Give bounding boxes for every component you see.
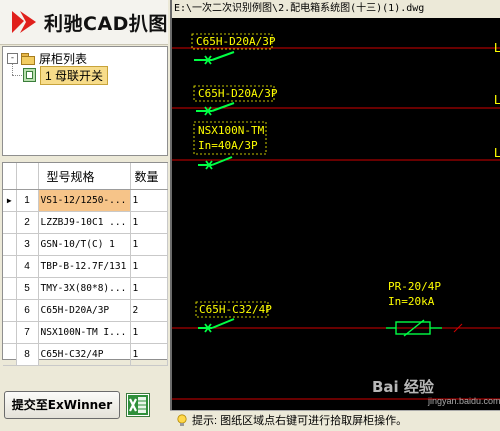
cell-spec[interactable]: VS1-12/1250-... [38, 189, 131, 212]
cell-qty[interactable]: 1 [130, 233, 168, 256]
cell-spec[interactable]: TBP-B-12.7F/131 [38, 255, 131, 278]
edge-mark: L [494, 145, 500, 160]
cad-drawing[interactable]: C65H-D20A/3P C65H-D20A/3P NSX100N-TM In=… [172, 0, 500, 430]
breaker-4-symbol [198, 318, 235, 333]
cell-spec[interactable]: NSX100N-TM I... [38, 321, 131, 344]
surge-protector-symbol [386, 319, 442, 337]
left-panel: 利驰CAD扒图 - 屏柜列表 1 母联开关 型号规格 数量 ▶ 1 VS1-12… [0, 0, 168, 430]
watermark-url: jingyan.baidu.com [428, 396, 500, 406]
row-indicator [3, 211, 17, 234]
status-text: 提示: 图纸区域点右键可进行拾取屏柜操作。 [192, 415, 408, 427]
row-indicator: ▶ [3, 189, 17, 212]
submit-exwinner-button[interactable]: 提交至ExWinner [4, 391, 120, 419]
row-number: 5 [16, 277, 39, 300]
row-indicator [3, 277, 17, 300]
table-row[interactable]: 5 TMY-3X(80*8)... 1 [3, 277, 168, 300]
table-row[interactable]: 7 NSX100N-TM I... 1 [3, 321, 168, 344]
cabinet-tree[interactable]: - 屏柜列表 1 母联开关 [2, 46, 168, 156]
cell-qty[interactable]: 1 [130, 343, 168, 366]
breaker-2-symbol [196, 102, 235, 116]
edge-mark: L [494, 40, 500, 55]
grid-corner [3, 163, 17, 190]
excel-icon [128, 395, 148, 415]
table-row[interactable]: 8 C65H-C32/4P 1 [3, 343, 168, 366]
cell-spec[interactable]: C65H-C32/4P [38, 343, 131, 366]
tree-node-root[interactable]: - 屏柜列表 [7, 50, 87, 66]
table-row[interactable]: 6 C65H-D20A/3P 2 [3, 299, 168, 322]
pr-label-line2: In=20kA [388, 295, 435, 308]
row-number: 6 [16, 299, 39, 322]
row-indicator [3, 299, 17, 322]
table-row[interactable]: ▶ 1 VS1-12/1250-... 1 [3, 189, 168, 212]
breaker-3-label-line2: In=40A/3P [198, 139, 258, 152]
column-header-spec[interactable]: 型号规格 [38, 163, 131, 190]
cell-spec[interactable]: TMY-3X(80*8)... [38, 277, 131, 300]
column-header-qty[interactable]: 数量 [130, 163, 168, 190]
tree-root-label: 屏柜列表 [39, 51, 88, 66]
cell-qty[interactable]: 1 [130, 255, 168, 278]
excel-export-button[interactable] [126, 393, 150, 417]
cell-qty[interactable]: 1 [130, 211, 168, 234]
breaker-3-label-line1: NSX100N-TM [198, 124, 265, 137]
collapse-icon[interactable]: - [7, 52, 18, 64]
tree-child-label: 1 母联开关 [40, 65, 109, 85]
table-row[interactable]: 4 TBP-B-12.7F/131 1 [3, 255, 168, 278]
breaker-1-symbol [194, 51, 235, 65]
cell-qty[interactable]: 1 [130, 321, 168, 344]
folder-icon [21, 52, 35, 65]
row-number: 7 [16, 321, 39, 344]
table-row[interactable]: 2 LZZBJ9-10C1 ... 1 [3, 211, 168, 234]
lightbulb-icon [177, 414, 187, 426]
grid-corner [16, 163, 39, 190]
app-logo-icon [12, 11, 36, 33]
watermark-logo: Bai 经验 [372, 378, 434, 396]
app-header: 利驰CAD扒图 [0, 0, 168, 45]
row-number: 4 [16, 255, 39, 278]
tree-node-cabinet-1[interactable]: 1 母联开关 [23, 65, 109, 85]
status-bar: 提示: 图纸区域点右键可进行拾取屏柜操作。 [170, 410, 500, 430]
breaker-3-symbol [198, 156, 233, 170]
breaker-2-label: C65H-D20A/3P [198, 87, 278, 100]
component-grid[interactable]: 型号规格 数量 ▶ 1 VS1-12/1250-... 1 2 LZZBJ9-10C1 .… [2, 162, 168, 366]
row-number: 8 [16, 343, 39, 366]
row-number: 3 [16, 233, 39, 256]
cad-viewport[interactable]: C65H-D20A/3P C65H-D20A/3P NSX100N-TM In=… [170, 0, 500, 430]
breaker-1-label: C65H-D20A/3P [196, 35, 276, 48]
cell-qty[interactable]: 1 [130, 189, 168, 212]
table-row[interactable]: 3 GSN-10/T(C) 11 [3, 233, 168, 256]
breaker-4-label: C65H-C32/4P [199, 303, 272, 316]
cell-spec[interactable]: C65H-D20A/3P [38, 299, 131, 322]
file-path-title: E:\一次二次识别例图\2.配电箱系统图(十三)(1).dwg [170, 0, 500, 18]
cell-spec[interactable]: GSN-10/T(C) 1 [38, 233, 131, 256]
row-number: 2 [16, 211, 39, 234]
cell-qty[interactable]: 1 [130, 277, 168, 300]
row-indicator [3, 343, 17, 366]
row-indicator [3, 233, 17, 256]
pr-label-line1: PR-20/4P [388, 280, 441, 293]
cell-qty[interactable]: 2 [130, 299, 168, 322]
tree-connector-line [12, 75, 22, 76]
row-number: 1 [16, 189, 39, 212]
grid-header-row: 型号规格 数量 [3, 163, 168, 190]
app-title: 利驰CAD扒图 [44, 13, 168, 35]
edge-mark: L [494, 92, 500, 107]
cell-spec[interactable]: LZZBJ9-10C1 ... [38, 211, 131, 234]
row-indicator [3, 321, 17, 344]
row-indicator [3, 255, 17, 278]
cabinet-icon [23, 68, 36, 82]
